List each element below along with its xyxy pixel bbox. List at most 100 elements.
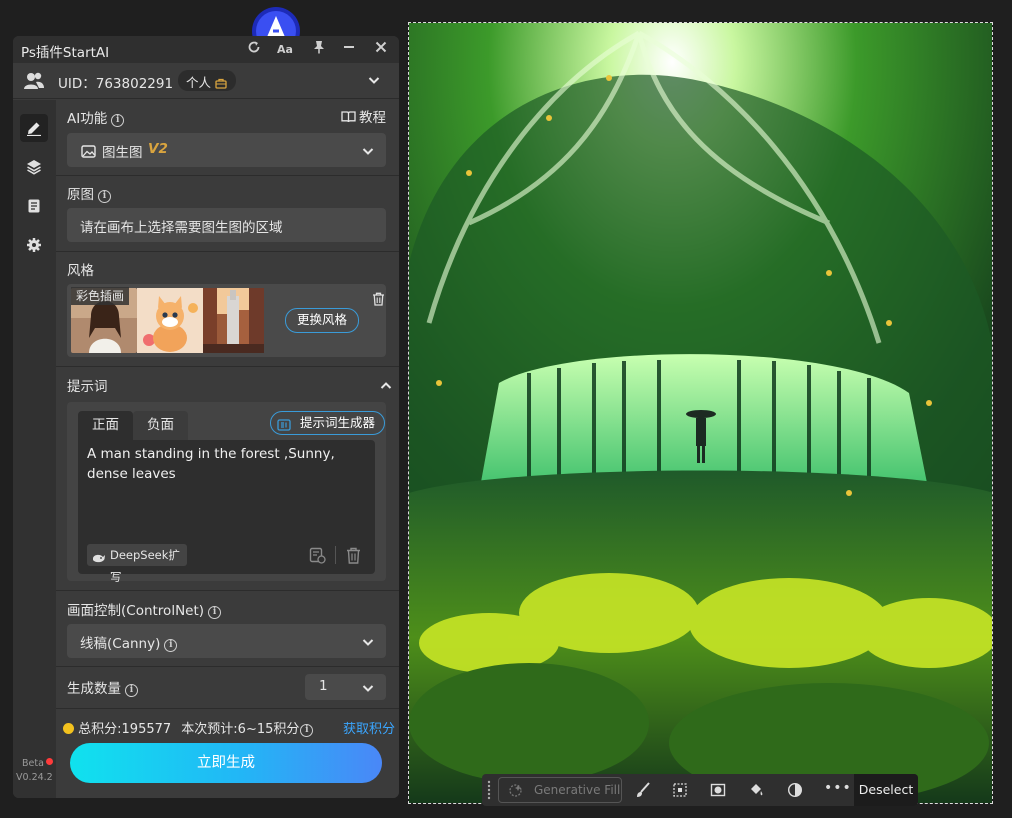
sidebar-item-layers[interactable] <box>20 153 48 181</box>
ai-function-version: V2 <box>148 141 168 157</box>
plan-badge: 个人 <box>178 70 236 91</box>
points-total: 总积分:195577 <box>78 722 172 737</box>
style-name-tag: 彩色插画 <box>71 287 130 305</box>
style-thumb-cat <box>137 288 203 353</box>
user-info-row[interactable]: UID：763802291 个人 <box>13 63 399 99</box>
source-image-info-icon[interactable]: i <box>98 190 111 203</box>
divider <box>335 546 336 564</box>
font-size-button[interactable]: Aa <box>275 40 295 60</box>
plugin-sidebar: Beta V0.24.2 <box>13 100 56 798</box>
ai-function-heading: AI功能 i <box>67 107 125 127</box>
get-points-link[interactable]: 获取积分 <box>343 718 395 737</box>
controlnet-selected: 线稿(Canny) i <box>80 632 178 652</box>
deepseek-whale-icon <box>92 549 106 571</box>
controlnet-heading: 画面控制(ControlNet) i <box>67 599 222 619</box>
refresh-icon[interactable] <box>244 40 264 60</box>
plugin-content: AI功能i 教程 图生图 V2 原图i 请在画布上选择需要图生图的区域 风格 <box>56 100 399 798</box>
canvas-artwork-forest[interactable] <box>408 22 993 804</box>
controlnet-option-info-icon[interactable]: i <box>164 639 178 652</box>
points-estimate: 本次预计:6~15积分 <box>181 722 300 737</box>
source-image-placeholder: 请在画布上选择需要图生图的区域 <box>80 220 283 236</box>
users-icon <box>23 71 45 95</box>
sidebar-item-records[interactable] <box>20 192 48 220</box>
prompt-textarea[interactable]: A man standing in the forest ,Sunny, den… <box>78 440 375 584</box>
brush-icon[interactable] <box>635 782 651 802</box>
prompt-label: 提示词 <box>67 379 108 395</box>
tutorial-link[interactable]: 教程 <box>341 106 386 126</box>
pin-icon[interactable] <box>309 40 329 60</box>
controlnet-label: 画面控制(ControlNet) <box>67 603 205 619</box>
ai-function-selected: 图生图 <box>102 145 143 161</box>
controlnet-select[interactable]: 线稿(Canny) i <box>67 624 386 658</box>
source-image-field[interactable]: 请在画布上选择需要图生图的区域 <box>67 208 386 242</box>
controlnet-chevron-down-icon <box>361 634 375 653</box>
uid-expand-chevron-icon[interactable] <box>367 73 381 90</box>
sidebar-item-edit[interactable] <box>20 114 48 142</box>
prompt-history-icon[interactable] <box>309 547 326 568</box>
ai-function-info-icon[interactable]: i <box>111 114 125 127</box>
update-dot <box>46 758 53 765</box>
briefcase-icon <box>215 74 227 93</box>
uid-text: UID：763802291 <box>58 76 174 92</box>
quantity-select[interactable]: 1 <box>305 674 386 700</box>
deselect-button[interactable]: Deselect <box>854 774 918 806</box>
prompt-clear-trash-icon[interactable] <box>346 547 361 568</box>
style-thumb-city <box>203 288 264 353</box>
generate-now-button[interactable]: 立即生成 <box>70 743 382 783</box>
minimize-icon[interactable] <box>339 40 359 60</box>
style-trash-icon[interactable] <box>372 291 385 310</box>
generative-fill-label: Generative Fill <box>534 783 621 797</box>
panel-title: Ps插件StartAI <box>21 45 110 61</box>
close-icon[interactable] <box>371 40 391 60</box>
tab-positive[interactable]: 正面 <box>78 411 133 441</box>
version-number: V0.24.2 <box>16 772 53 783</box>
more-options-icon[interactable]: ••• <box>824 780 852 796</box>
controlnet-info-icon[interactable]: i <box>208 606 222 619</box>
divider <box>56 175 399 176</box>
source-image-heading: 原图 i <box>67 183 111 203</box>
divider <box>56 251 399 252</box>
adjustment-icon[interactable] <box>787 782 803 802</box>
forest-artwork <box>409 23 992 803</box>
contextual-task-bar: Generative Fill ••• Deselect <box>482 774 918 806</box>
tab-negative[interactable]: 负面 <box>133 411 188 441</box>
quantity-info-icon[interactable]: i <box>125 684 138 697</box>
panel-titlebar: Ps插件StartAI Aa <box>13 36 399 63</box>
sidebar-item-settings[interactable] <box>20 231 48 259</box>
tutorial-label: 教程 <box>359 110 386 126</box>
divider <box>56 590 399 591</box>
ai-function-label: AI功能 <box>67 111 108 127</box>
style-label: 风格 <box>67 263 94 279</box>
divider <box>56 366 399 367</box>
ai-function-chevron-down-icon <box>361 143 375 162</box>
style-card[interactable]: 彩色插画 更换风格 <box>67 284 386 357</box>
deepseek-expand-button[interactable]: DeepSeek扩写 <box>87 544 187 584</box>
coin-icon <box>63 723 74 734</box>
prompt-card: 正面 负面 提示词生成器 A man standing in the fores… <box>67 402 386 584</box>
drag-handle-icon[interactable] <box>486 779 492 801</box>
ai-function-select[interactable]: 图生图 V2 <box>67 133 386 167</box>
plan-label: 个人 <box>186 75 212 90</box>
prompt-collapse-chevron-up-icon[interactable] <box>379 378 393 397</box>
source-image-label: 原图 <box>67 187 94 203</box>
beta-label: Beta <box>22 758 44 769</box>
divider <box>56 708 399 709</box>
sparkle-icon <box>508 783 523 802</box>
prompt-generator-button[interactable]: 提示词生成器 <box>270 411 385 435</box>
startai-logo[interactable] <box>249 4 303 55</box>
generative-fill-button[interactable]: Generative Fill <box>498 777 622 803</box>
transform-selection-icon[interactable] <box>672 782 688 802</box>
startai-plugin-panel: Ps插件StartAI Aa UID：763802291 个人 Beta V0.… <box>13 36 399 798</box>
mask-icon[interactable] <box>710 782 726 802</box>
points-info-icon[interactable]: i <box>300 724 314 737</box>
quantity-label: 生成数量 <box>67 681 121 697</box>
change-style-button[interactable]: 更换风格 <box>285 308 359 333</box>
controlnet-selected-label: 线稿(Canny) <box>80 636 161 652</box>
prompt-generator-icon <box>277 416 291 437</box>
quantity-heading: 生成数量 i <box>67 677 138 697</box>
quantity-chevron-down-icon <box>361 680 375 699</box>
image-icon <box>81 143 96 162</box>
prompt-text: A man standing in the forest ,Sunny, den… <box>87 446 335 482</box>
points-row: 总积分:195577 本次预计:6~15积分 i 获取积分 <box>63 718 399 737</box>
fill-bucket-icon[interactable] <box>748 782 764 802</box>
